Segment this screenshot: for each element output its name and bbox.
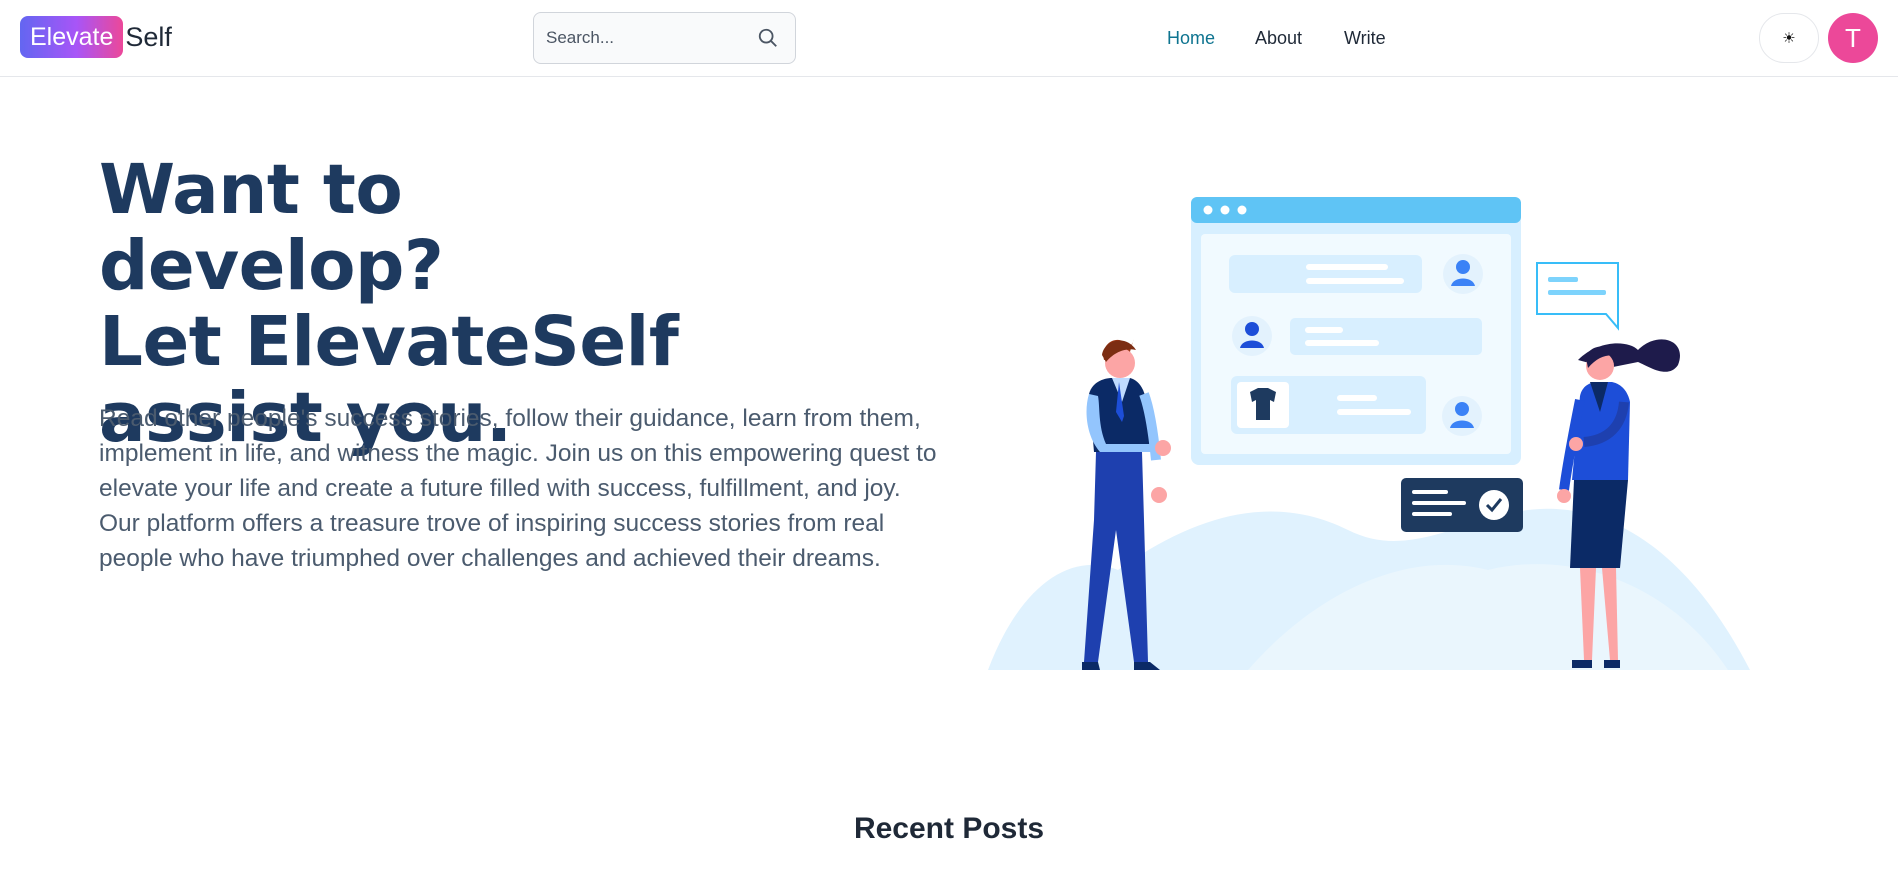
hero-title-line: Let ElevateSelf (99, 302, 679, 382)
hero-description: Read other people's success stories, fol… (99, 405, 937, 572)
sun-icon: ☀ (1782, 30, 1796, 47)
logo-text: Self (125, 21, 172, 52)
user-avatar[interactable]: T (1828, 13, 1878, 63)
chat-bubble-graphic (1536, 262, 1619, 331)
theme-toggle-button[interactable]: ☀ (1759, 13, 1819, 63)
nav-write-link[interactable]: Write (1344, 28, 1386, 49)
nav-home-link[interactable]: Home (1167, 28, 1215, 49)
search-box (533, 12, 796, 64)
search-icon[interactable] (757, 27, 779, 49)
recent-posts-title: Recent Posts (853, 812, 1045, 845)
logo-highlight: Elevate (20, 16, 124, 58)
hero-illustration (988, 197, 1750, 670)
top-navbar: Elevate Self Home About Write ☀ T (0, 0, 1898, 77)
site-logo[interactable]: Elevate Self (20, 16, 172, 58)
search-input[interactable] (546, 13, 746, 63)
hero-title-line: Want to develop? (99, 150, 444, 306)
nav-about-link[interactable]: About (1255, 28, 1302, 49)
browser-window-graphic (1191, 197, 1521, 465)
checklist-card-graphic (1401, 478, 1523, 532)
avatar-initial: T (1845, 22, 1861, 53)
